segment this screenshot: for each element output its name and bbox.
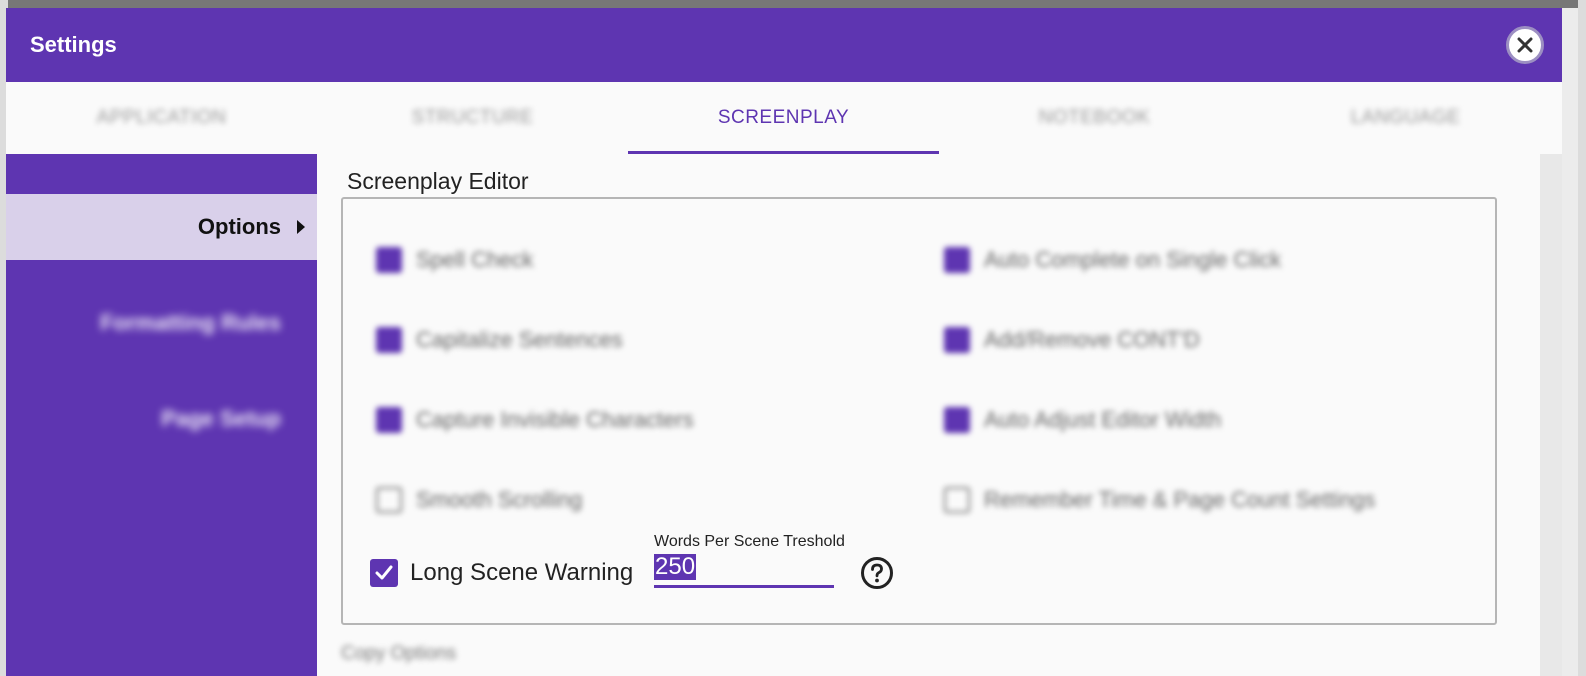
scrollbar[interactable] — [1540, 154, 1562, 676]
checkbox[interactable] — [376, 247, 402, 273]
tab-screenplay[interactable]: SCREENPLAY — [628, 82, 939, 154]
option-smooth-scrolling[interactable]: Smooth Scrolling — [376, 483, 582, 517]
tab-notebook[interactable]: NOTEBOOK — [939, 82, 1250, 154]
words-threshold-input[interactable]: 250 — [654, 552, 834, 588]
close-icon — [1517, 37, 1533, 53]
background-toolbar — [0, 0, 1586, 8]
sidebar-item-options[interactable]: Options — [6, 194, 317, 260]
option-add-remove-contd[interactable]: Add/Remove CONT'D — [944, 323, 1200, 357]
settings-sidebar: Options Formatting Rules Page Setup — [6, 154, 317, 676]
next-section-title: Copy Options — [341, 643, 457, 664]
checkbox[interactable] — [944, 327, 970, 353]
sidebar-item-page-setup[interactable]: Page Setup — [6, 386, 317, 452]
long-scene-warning-label: Long Scene Warning — [410, 559, 634, 586]
dialog-titlebar: Settings — [6, 8, 1562, 82]
checkbox[interactable] — [376, 327, 402, 353]
settings-tabbar: APPLICATION STRUCTURE SCREENPLAY NOTEBOO… — [6, 82, 1562, 154]
tab-application[interactable]: APPLICATION — [6, 82, 317, 154]
caret-right-icon — [297, 220, 305, 234]
long-scene-warning-option[interactable]: Long Scene Warning — [370, 556, 633, 590]
background-right-edge — [1578, 0, 1586, 676]
sidebar-item-formatting-rules[interactable]: Formatting Rules — [6, 290, 317, 356]
help-circle-icon[interactable] — [860, 556, 894, 590]
close-button[interactable] — [1506, 26, 1544, 64]
option-spell-check[interactable]: Spell Check — [376, 243, 533, 277]
checkbox[interactable] — [944, 407, 970, 433]
option-auto-complete-single-click[interactable]: Auto Complete on Single Click — [944, 243, 1281, 277]
option-capitalize-sentences[interactable]: Capitalize Sentences — [376, 323, 623, 357]
option-capture-invisible-characters[interactable]: Capture Invisible Characters — [376, 403, 694, 437]
words-threshold-label: Words Per Scene Treshold — [654, 533, 845, 550]
tab-language[interactable]: LANGUAGE — [1250, 82, 1561, 154]
checkbox[interactable] — [376, 487, 402, 513]
long-scene-warning-checkbox[interactable] — [370, 559, 398, 587]
words-threshold-value: 250 — [654, 553, 697, 580]
tab-structure[interactable]: STRUCTURE — [317, 82, 628, 154]
checkmark-icon — [375, 565, 393, 580]
section-title: Screenplay Editor — [347, 168, 529, 194]
option-auto-adjust-editor-width[interactable]: Auto Adjust Editor Width — [944, 403, 1221, 437]
checkbox[interactable] — [944, 247, 970, 273]
option-remember-time-page-count[interactable]: Remember Time & Page Count Settings — [944, 483, 1375, 517]
checkbox[interactable] — [944, 487, 970, 513]
dialog-title: Settings — [30, 32, 117, 57]
checkbox[interactable] — [376, 407, 402, 433]
